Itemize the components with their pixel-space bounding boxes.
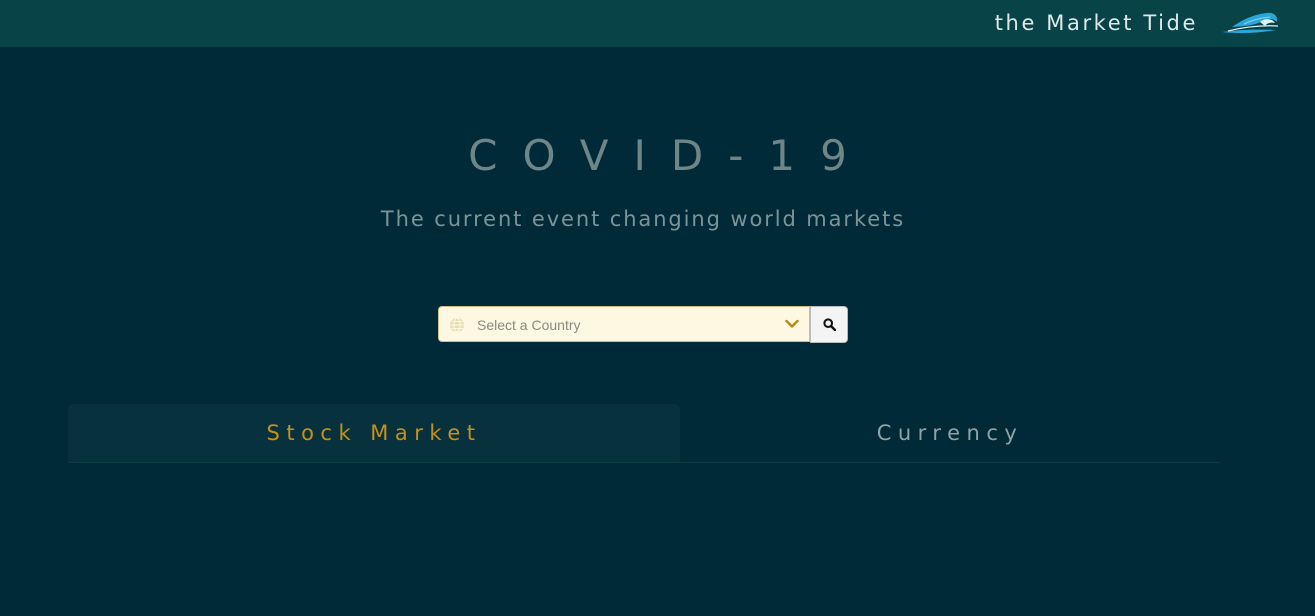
search-button[interactable] bbox=[810, 306, 848, 343]
market-tabs: Stock Market Currency bbox=[68, 404, 1220, 463]
globe-icon bbox=[450, 317, 464, 333]
tab-stock-market[interactable]: Stock Market bbox=[68, 404, 680, 462]
tab-currency[interactable]: Currency bbox=[680, 404, 1220, 462]
search-icon bbox=[823, 318, 836, 331]
page-subtitle: The current event changing world markets bbox=[380, 207, 906, 231]
country-select[interactable]: Select a Country bbox=[438, 306, 810, 342]
brand-title[interactable]: the Market Tide bbox=[995, 10, 1198, 36]
top-navbar: the Market Tide bbox=[0, 0, 1315, 47]
select-placeholder: Select a Country bbox=[477, 317, 581, 333]
wave-logo-icon[interactable] bbox=[1220, 10, 1280, 36]
page-title: COVID-19 bbox=[468, 131, 872, 180]
chevron-down-icon[interactable] bbox=[785, 319, 799, 329]
